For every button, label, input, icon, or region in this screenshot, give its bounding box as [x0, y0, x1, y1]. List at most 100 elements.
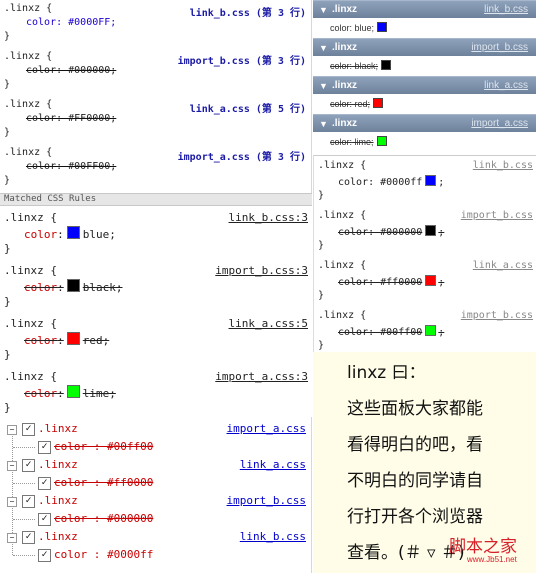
color-swatch[interactable]: [66, 279, 80, 292]
color-swatch[interactable]: [425, 275, 437, 286]
color-swatch[interactable]: [66, 226, 80, 239]
color-swatch[interactable]: [425, 225, 437, 236]
color-swatch: [377, 22, 388, 32]
rule-close-brace: }: [318, 190, 325, 201]
rule-source-link[interactable]: import_b.css (第 3 行): [178, 52, 306, 67]
triangle-down-icon: ▼: [319, 43, 328, 53]
watermark-text: 脚本之家: [449, 537, 517, 557]
firebug-style-panel: .linxz { link_b.css (第 3 行) color: #0000…: [0, 0, 312, 193]
tree-rule-source-link[interactable]: link_a.css: [240, 458, 306, 471]
property-value: red;: [82, 334, 110, 347]
rule-block: .linxz { import_b.css (第 3 行) color: #00…: [0, 48, 312, 96]
color-swatch[interactable]: [425, 175, 437, 186]
rule-declaration-overridden: color: red;: [24, 332, 110, 347]
rule-block: .linxz { import_b.css color: #00ff00; }: [314, 306, 536, 356]
matched-rule: .linxz { import_a.css:3 color: lime; }: [0, 366, 312, 420]
rule-block: .linxz { link_b.css color: #0000ff; }: [314, 156, 536, 206]
property-name: color: [24, 387, 58, 400]
rule-close-brace: }: [4, 175, 11, 186]
rule-selector: .linxz {: [318, 160, 367, 171]
rule-checkbox[interactable]: ✓: [22, 531, 35, 544]
rule-source-link[interactable]: link_b.css (第 3 行): [190, 4, 306, 19]
rule-selector: .linxz {: [4, 3, 53, 14]
declaration-semicolon: ;: [438, 227, 445, 238]
property-checkbox[interactable]: ✓: [38, 477, 51, 490]
property-checkbox[interactable]: ✓: [38, 513, 51, 526]
color-swatch[interactable]: [66, 385, 80, 398]
rule-source-link[interactable]: link_a.css (第 5 行): [190, 100, 306, 115]
accordion-body: color: red;: [313, 94, 536, 114]
rule-close-brace: }: [4, 31, 11, 42]
triangle-down-icon: ▼: [319, 5, 328, 15]
rule-close-brace: }: [4, 242, 11, 255]
triangle-down-icon: ▼: [319, 81, 328, 91]
accordion-header[interactable]: ▼ .linxz link_a.css: [313, 76, 536, 95]
property-name: color: [24, 228, 58, 241]
author-note: linxz 曰： 这些面板大家都能 看得明白的吧，看 不明白的同学请自 行打开各…: [313, 352, 536, 573]
accordion-header[interactable]: ▼ .linxz link_b.css: [313, 0, 536, 19]
collapse-toggle-icon[interactable]: −: [7, 533, 17, 543]
property-value: lime;: [82, 387, 116, 400]
tree-rule-source-link[interactable]: import_a.css: [227, 422, 306, 435]
property-name: color: [24, 334, 58, 347]
accordion-body: color: lime;: [313, 132, 536, 152]
color-swatch[interactable]: [425, 325, 437, 336]
rule-close-brace: }: [4, 79, 11, 90]
rule-source-link[interactable]: import_b.css: [461, 210, 533, 221]
accordion-source-link[interactable]: import_b.css: [471, 39, 528, 57]
accordion-declaration-overridden: color: black;: [330, 61, 379, 71]
css-tree-panel: − ✓ .linxz import_a.css ✓ color : #00ff0…: [0, 417, 312, 573]
rule-source-link[interactable]: import_a.css:3: [215, 370, 308, 383]
accordion-source-link[interactable]: import_a.css: [471, 115, 528, 133]
tree-branch-line: [13, 483, 35, 484]
rule-source-link[interactable]: link_a.css: [473, 260, 533, 271]
rule-selector: .linxz {: [4, 99, 53, 110]
property-value: black;: [82, 281, 123, 294]
tree-rule-source-link[interactable]: link_b.css: [240, 530, 306, 543]
color-swatch: [381, 60, 392, 70]
rule-selector: .linxz {: [4, 211, 57, 224]
opera-style-panel: .linxz { link_b.css color: #0000ff; } .l…: [313, 155, 536, 352]
accordion-source-link[interactable]: link_a.css: [484, 77, 528, 95]
tree-rule-source-link[interactable]: import_b.css: [227, 494, 306, 507]
rule-close-brace: }: [4, 295, 11, 308]
rule-source-link[interactable]: import_a.css (第 3 行): [178, 148, 306, 163]
rule-source-link[interactable]: link_b.css: [473, 160, 533, 171]
rule-close-brace: }: [4, 348, 11, 361]
collapse-toggle-icon[interactable]: −: [7, 461, 17, 471]
rule-selector: .linxz {: [4, 264, 57, 277]
rule-checkbox[interactable]: ✓: [22, 495, 35, 508]
rule-declaration-overridden: color: black;: [24, 279, 123, 294]
property-value: blue;: [82, 228, 116, 241]
tree-property-overridden: color : #000000: [54, 512, 154, 525]
tree-rule-selector: .linxz: [38, 458, 78, 471]
rule-property-overridden: color: #000000;: [26, 65, 117, 76]
rule-source-link[interactable]: import_b.css: [461, 310, 533, 321]
rule-selector: .linxz {: [4, 51, 53, 62]
rule-block: .linxz { link_a.css color: #ff0000; }: [314, 256, 536, 306]
rule-source-link[interactable]: link_a.css:5: [229, 317, 308, 330]
color-swatch[interactable]: [66, 332, 80, 345]
rule-checkbox[interactable]: ✓: [22, 459, 35, 472]
accordion-header[interactable]: ▼ .linxz import_b.css: [313, 38, 536, 57]
collapse-toggle-icon[interactable]: −: [7, 497, 17, 507]
collapse-toggle-icon[interactable]: −: [7, 425, 17, 435]
rule-checkbox[interactable]: ✓: [22, 423, 35, 436]
property-text: color: #ff0000: [338, 277, 423, 288]
rule-source-link[interactable]: import_b.css:3: [215, 264, 308, 277]
rule-source-link[interactable]: link_b.css:3: [229, 211, 308, 224]
tree-property-overridden: color : #ff0000: [54, 476, 154, 489]
rule-property-overridden: color: #FF0000;: [26, 113, 117, 124]
accordion-source-link[interactable]: link_b.css: [484, 1, 528, 19]
declaration-semicolon: ;: [438, 277, 445, 288]
accordion-title: .linxz: [332, 118, 358, 129]
rule-property-overridden: color: #00FF00;: [26, 161, 117, 172]
property-checkbox[interactable]: ✓: [38, 549, 51, 562]
matched-rule: .linxz { import_b.css:3 color: black; }: [0, 260, 312, 314]
rule-declaration: color: #0000ff;: [338, 175, 444, 188]
property-checkbox[interactable]: ✓: [38, 441, 51, 454]
rule-block: .linxz { import_b.css color: #000000; }: [314, 206, 536, 256]
tree-rule-selector: .linxz: [38, 422, 78, 435]
rule-selector: .linxz {: [318, 260, 367, 271]
accordion-header[interactable]: ▼ .linxz import_a.css: [313, 114, 536, 133]
